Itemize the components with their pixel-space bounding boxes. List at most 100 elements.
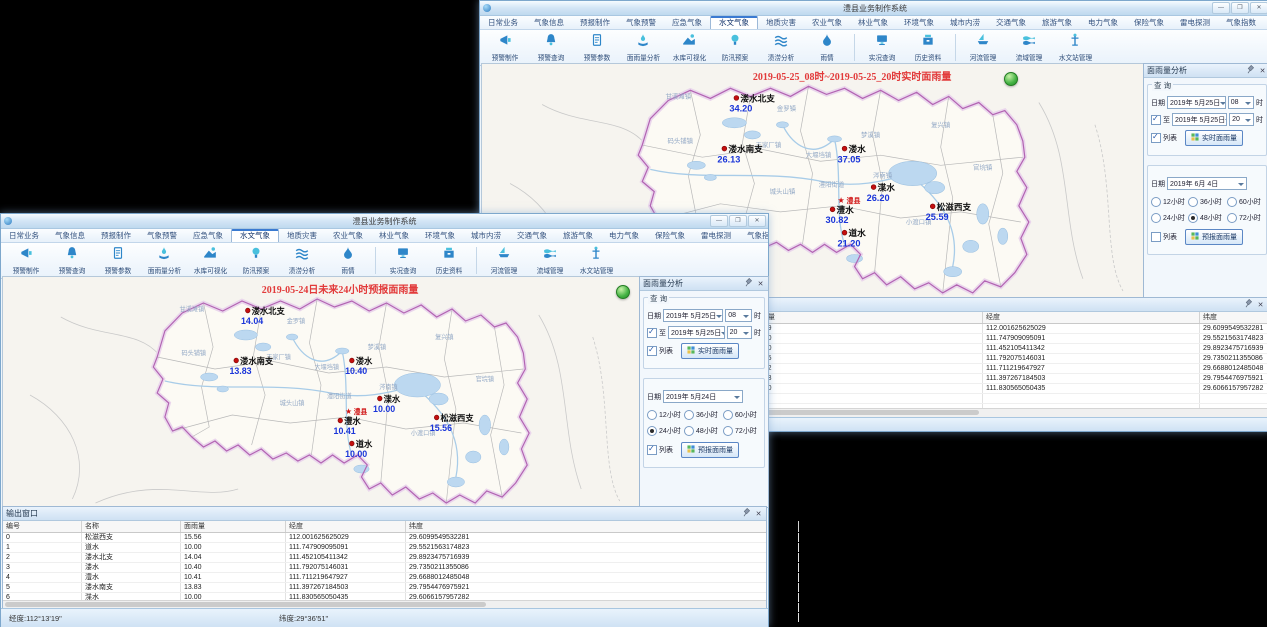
radio-12小时[interactable]: 12小时 bbox=[647, 410, 684, 420]
forecast-rainfall-button[interactable]: 预报面雨量 bbox=[681, 442, 739, 458]
maximize-button[interactable]: ❐ bbox=[729, 215, 747, 227]
toolbar-button-水文站管理[interactable]: 水文站管理 bbox=[1052, 30, 1098, 65]
radio-48小时[interactable]: 48小时 bbox=[684, 426, 723, 436]
radio-36小时[interactable]: 36小时 bbox=[684, 410, 723, 420]
tab-应急气象[interactable]: 应急气象 bbox=[185, 229, 231, 242]
toolbar-button-雨情[interactable]: 雨情 bbox=[804, 30, 850, 65]
radio-60小时[interactable]: 60小时 bbox=[1227, 197, 1267, 207]
date-from-select[interactable]: 2019年 5月25日 bbox=[1167, 96, 1226, 109]
map-locate-button[interactable] bbox=[1004, 72, 1018, 86]
toolbar-button-预警查询[interactable]: 预警查询 bbox=[528, 30, 574, 65]
radio-60小时[interactable]: 60小时 bbox=[723, 410, 763, 420]
tab-气象指数[interactable]: 气象指数 bbox=[739, 229, 768, 242]
radio-48小时[interactable]: 48小时 bbox=[1188, 213, 1227, 223]
hour-from-select[interactable]: 08 bbox=[725, 309, 752, 322]
date-from-select[interactable]: 2019年 5月25日 bbox=[663, 309, 723, 322]
tab-电力气象[interactable]: 电力气象 bbox=[601, 229, 647, 242]
pin-icon[interactable] bbox=[742, 508, 751, 519]
tab-农业气象[interactable]: 农业气象 bbox=[325, 229, 371, 242]
forecast-rainfall-button[interactable]: 预报面雨量 bbox=[1185, 229, 1243, 245]
close-icon[interactable]: ✕ bbox=[756, 280, 765, 288]
realtime-rainfall-button[interactable]: 实时面雨量 bbox=[1185, 130, 1243, 146]
to-checkbox[interactable] bbox=[647, 328, 657, 338]
hour-to-select[interactable]: 20 bbox=[727, 326, 752, 339]
toolbar-button-水文站管理[interactable]: 水文站管理 bbox=[573, 243, 619, 278]
to-checkbox[interactable] bbox=[1151, 115, 1161, 125]
tab-地质灾害[interactable]: 地质灾害 bbox=[758, 16, 804, 29]
pin-icon[interactable] bbox=[1246, 65, 1255, 76]
tab-交通气象[interactable]: 交通气象 bbox=[509, 229, 555, 242]
close-icon[interactable]: ✕ bbox=[1258, 67, 1267, 75]
tab-林业气象[interactable]: 林业气象 bbox=[850, 16, 896, 29]
list-checkbox[interactable] bbox=[1151, 133, 1161, 143]
toolbar-button-预警制作[interactable]: 预警制作 bbox=[3, 243, 49, 278]
minimize-button[interactable]: — bbox=[1212, 2, 1230, 14]
tab-雷电探测[interactable]: 雷电探测 bbox=[1172, 16, 1218, 29]
maximize-button[interactable]: ❐ bbox=[1231, 2, 1249, 14]
radio-72小时[interactable]: 72小时 bbox=[1227, 213, 1267, 223]
table-row[interactable]: 5溇水南支13.83111.39726718450329.79544769759… bbox=[3, 583, 766, 593]
tab-环境气象[interactable]: 环境气象 bbox=[896, 16, 942, 29]
radio-12小时[interactable]: 12小时 bbox=[1151, 197, 1188, 207]
toolbar-button-雨情[interactable]: 雨情 bbox=[325, 243, 371, 278]
table-row[interactable]: 0松滋西支15.56112.00162562502929.60995495322… bbox=[3, 533, 766, 543]
forecast-date-select[interactable]: 2019年 5月24日 bbox=[663, 390, 743, 403]
tab-保险气象[interactable]: 保险气象 bbox=[647, 229, 693, 242]
radio-36小时[interactable]: 36小时 bbox=[1188, 197, 1227, 207]
hour-from-select[interactable]: 08 bbox=[1228, 96, 1254, 109]
toolbar-button-防汛预案[interactable]: 防汛预案 bbox=[233, 243, 279, 278]
toolbar-button-实况查询[interactable]: 实况查询 bbox=[380, 243, 426, 278]
tab-交通气象[interactable]: 交通气象 bbox=[988, 16, 1034, 29]
toolbar-button-水库可视化[interactable]: 水库可视化 bbox=[666, 30, 712, 65]
tab-林业气象[interactable]: 林业气象 bbox=[371, 229, 417, 242]
list-checkbox[interactable] bbox=[1151, 232, 1161, 242]
tab-旅游气象[interactable]: 旅游气象 bbox=[555, 229, 601, 242]
forecast-date-select[interactable]: 2019年 6月 4日 bbox=[1167, 177, 1247, 190]
pin-icon[interactable] bbox=[1244, 299, 1253, 310]
radio-72小时[interactable]: 72小时 bbox=[723, 426, 763, 436]
tab-城市内涝[interactable]: 城市内涝 bbox=[942, 16, 988, 29]
toolbar-button-面雨量分析[interactable]: 面雨量分析 bbox=[620, 30, 666, 65]
toolbar-button-预警参数[interactable]: 预警参数 bbox=[95, 243, 141, 278]
tab-气象预警[interactable]: 气象预警 bbox=[139, 229, 185, 242]
table-row[interactable]: 4澧水10.41111.71121964792729.6688012485048 bbox=[3, 573, 766, 583]
tab-地质灾害[interactable]: 地质灾害 bbox=[279, 229, 325, 242]
close-icon[interactable]: ✕ bbox=[1256, 301, 1265, 309]
toolbar-button-流域管理[interactable]: 流域管理 bbox=[527, 243, 573, 278]
tab-保险气象[interactable]: 保险气象 bbox=[1126, 16, 1172, 29]
toolbar-button-防汛预案[interactable]: 防汛预案 bbox=[712, 30, 758, 65]
tab-日常业务[interactable]: 日常业务 bbox=[480, 16, 526, 29]
tab-应急气象[interactable]: 应急气象 bbox=[664, 16, 710, 29]
realtime-rainfall-button[interactable]: 实时面雨量 bbox=[681, 343, 739, 359]
toolbar-button-预警查询[interactable]: 预警查询 bbox=[49, 243, 95, 278]
tab-预报制作[interactable]: 预报制作 bbox=[572, 16, 618, 29]
tab-城市内涝[interactable]: 城市内涝 bbox=[463, 229, 509, 242]
hour-to-select[interactable]: 20 bbox=[1229, 113, 1254, 126]
radio-24小时[interactable]: 24小时 bbox=[1151, 213, 1188, 223]
pin-icon[interactable] bbox=[744, 278, 753, 289]
list-checkbox[interactable] bbox=[647, 445, 657, 455]
tab-旅游气象[interactable]: 旅游气象 bbox=[1034, 16, 1080, 29]
toolbar-button-河流管理[interactable]: 河流管理 bbox=[481, 243, 527, 278]
tab-气象预警[interactable]: 气象预警 bbox=[618, 16, 664, 29]
toolbar-button-渍涝分析[interactable]: 渍涝分析 bbox=[279, 243, 325, 278]
close-button[interactable]: ✕ bbox=[1250, 2, 1267, 14]
tab-气象指数[interactable]: 气象指数 bbox=[1218, 16, 1264, 29]
toolbar-button-历史资料[interactable]: 历史资料 bbox=[905, 30, 951, 65]
toolbar-button-渍涝分析[interactable]: 渍涝分析 bbox=[758, 30, 804, 65]
tab-水文气象[interactable]: 水文气象 bbox=[710, 16, 758, 29]
radio-24小时[interactable]: 24小时 bbox=[647, 426, 684, 436]
toolbar-button-预警参数[interactable]: 预警参数 bbox=[574, 30, 620, 65]
tab-气象信息[interactable]: 气象信息 bbox=[526, 16, 572, 29]
tab-雷电探测[interactable]: 雷电探测 bbox=[693, 229, 739, 242]
map-locate-button[interactable] bbox=[616, 285, 630, 299]
toolbar-button-面雨量分析[interactable]: 面雨量分析 bbox=[141, 243, 187, 278]
scrollbar-thumb[interactable] bbox=[5, 602, 486, 607]
toolbar-button-预警制作[interactable]: 预警制作 bbox=[482, 30, 528, 65]
toolbar-button-历史资料[interactable]: 历史资料 bbox=[426, 243, 472, 278]
tab-日常业务[interactable]: 日常业务 bbox=[1, 229, 47, 242]
close-icon[interactable]: ✕ bbox=[754, 510, 763, 518]
tab-气象信息[interactable]: 气象信息 bbox=[47, 229, 93, 242]
toolbar-button-水库可视化[interactable]: 水库可视化 bbox=[187, 243, 233, 278]
minimize-button[interactable]: — bbox=[710, 215, 728, 227]
